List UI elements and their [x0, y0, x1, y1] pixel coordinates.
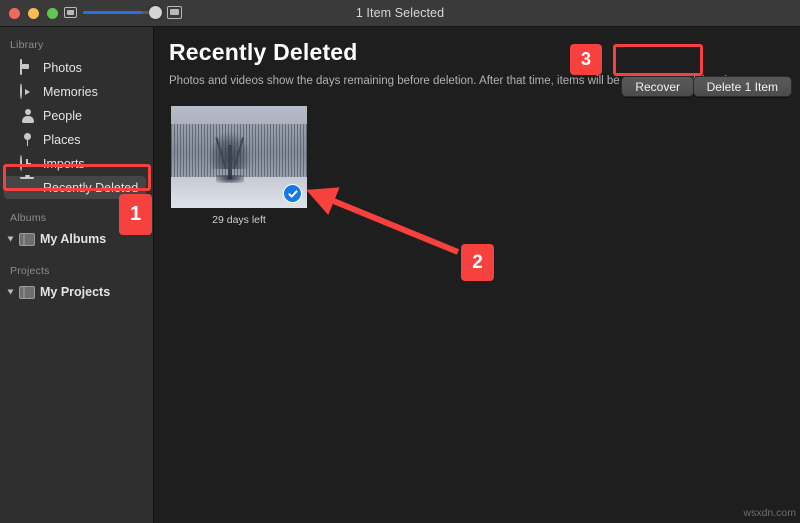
- places-icon: [20, 132, 35, 147]
- annotation-step-2: 2: [461, 244, 494, 281]
- sidebar-item-label: My Projects: [40, 285, 111, 299]
- photo-tree-trunk: [228, 144, 232, 180]
- annotation-highlight-recover: [613, 44, 703, 76]
- annotation-step-1: 1: [119, 194, 152, 235]
- sidebar-item-label: Places: [43, 132, 81, 147]
- page-title: Recently Deleted: [169, 39, 358, 65]
- sidebar-item-memories[interactable]: Memories: [4, 80, 146, 103]
- delete-button[interactable]: Delete 1 Item: [692, 76, 792, 97]
- folder-icon: [19, 232, 35, 246]
- watermark: wsxdn.com: [743, 507, 796, 519]
- photo-days-left-caption: 29 days left: [212, 214, 266, 226]
- recover-button[interactable]: Recover: [621, 76, 694, 97]
- folder-icon: [19, 285, 35, 299]
- sidebar-item-label: Memories: [43, 84, 98, 99]
- chevron-down-icon[interactable]: [7, 236, 14, 242]
- photo-thumbnail[interactable]: [171, 106, 307, 208]
- sidebar-section-library-heading: Library: [10, 39, 44, 51]
- annotation-step-3: 3: [570, 44, 602, 75]
- sidebar-item-my-projects[interactable]: My Projects: [0, 281, 153, 303]
- sidebar-item-label: My Albums: [40, 232, 107, 246]
- photos-icon: [20, 59, 35, 75]
- sidebar-item-people[interactable]: People: [4, 104, 146, 127]
- sidebar-item-places[interactable]: Places: [4, 128, 146, 151]
- photos-app-window: 1 Item Selected Library Photos Memories …: [0, 0, 800, 523]
- people-icon: [20, 108, 35, 123]
- chevron-down-icon[interactable]: [7, 289, 14, 295]
- sidebar: Library Photos Memories People Places Im…: [0, 27, 154, 523]
- sidebar-section-projects-heading: Projects: [10, 265, 50, 277]
- sidebar-item-label: People: [43, 108, 82, 123]
- window-title: 1 Item Selected: [355, 6, 445, 20]
- photo-grid-item[interactable]: 29 days left: [171, 106, 307, 226]
- sidebar-item-label: Photos: [43, 60, 82, 75]
- memories-icon: [20, 83, 35, 99]
- photo-tree-base: [215, 175, 245, 183]
- annotation-highlight-sidebar: [3, 164, 151, 191]
- window-titlebar: 1 Item Selected: [0, 0, 800, 27]
- annotation-arrow: [306, 187, 460, 255]
- sidebar-item-photos[interactable]: Photos: [4, 56, 146, 79]
